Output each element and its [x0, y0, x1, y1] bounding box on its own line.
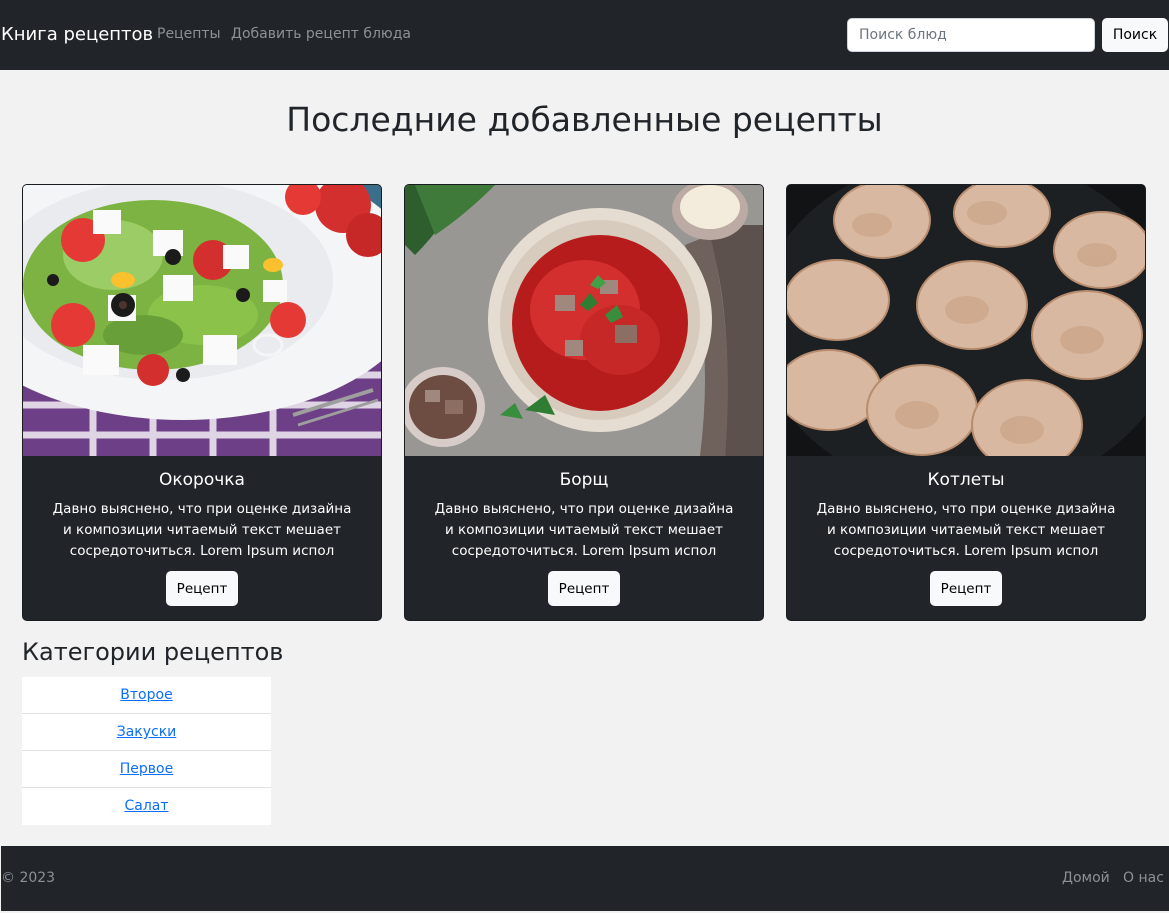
list-item: Второе — [22, 677, 271, 714]
brand-logo-link[interactable]: Книга рецептов — [1, 24, 153, 45]
categories-list: Второе Закуски Первое Салат — [22, 677, 271, 825]
footer-link-home[interactable]: Домой — [1062, 870, 1110, 886]
category-link-salat[interactable]: Салат — [124, 798, 168, 814]
greek-salad-image — [23, 185, 381, 456]
category-link-pervoe[interactable]: Первое — [120, 761, 173, 777]
cutlets-image — [787, 185, 1145, 456]
card-title: Борщ — [559, 470, 609, 490]
card-description: Давно выяснено, что при оценке дизайна и… — [434, 501, 734, 559]
card-description: Давно выяснено, что при оценке дизайна и… — [52, 501, 352, 559]
list-item: Салат — [22, 788, 271, 825]
footer: © 2023 Домой О нас — [1, 846, 1169, 911]
nav-link-recipes[interactable]: Рецепты — [157, 26, 221, 42]
card-description: Давно выяснено, что при оценке дизайна и… — [816, 501, 1116, 559]
category-link-vtoroe[interactable]: Второе — [120, 687, 172, 703]
recipe-card: Котлеты Давно выяснено, что при оценке д… — [786, 184, 1146, 621]
search-input[interactable] — [847, 18, 1095, 52]
page-title: Последние добавленные рецепты — [286, 100, 883, 139]
recipe-button[interactable]: Рецепт — [930, 571, 1002, 606]
search-button[interactable]: Поиск — [1102, 18, 1168, 52]
borscht-image — [405, 185, 763, 456]
footer-link-about[interactable]: О нас — [1123, 870, 1164, 886]
categories-heading: Категории рецептов — [22, 638, 284, 666]
card-title: Окорочка — [159, 470, 245, 490]
card-title: Котлеты — [927, 470, 1005, 490]
recipe-button[interactable]: Рецепт — [548, 571, 620, 606]
copyright-text: © 2023 — [1, 870, 56, 886]
recipe-card: Борщ Давно выяснено, что при оценке диза… — [404, 184, 764, 621]
top-navbar: Книга рецептов Рецепты Добавить рецепт б… — [0, 0, 1169, 70]
category-link-zakuski[interactable]: Закуски — [117, 724, 177, 740]
nav-link-add-recipe[interactable]: Добавить рецепт блюда — [231, 26, 411, 42]
list-item: Закуски — [22, 714, 271, 751]
recipe-button[interactable]: Рецепт — [166, 571, 238, 606]
recipe-card: Окорочка Давно выяснено, что при оценке … — [22, 184, 382, 621]
list-item: Первое — [22, 751, 271, 788]
